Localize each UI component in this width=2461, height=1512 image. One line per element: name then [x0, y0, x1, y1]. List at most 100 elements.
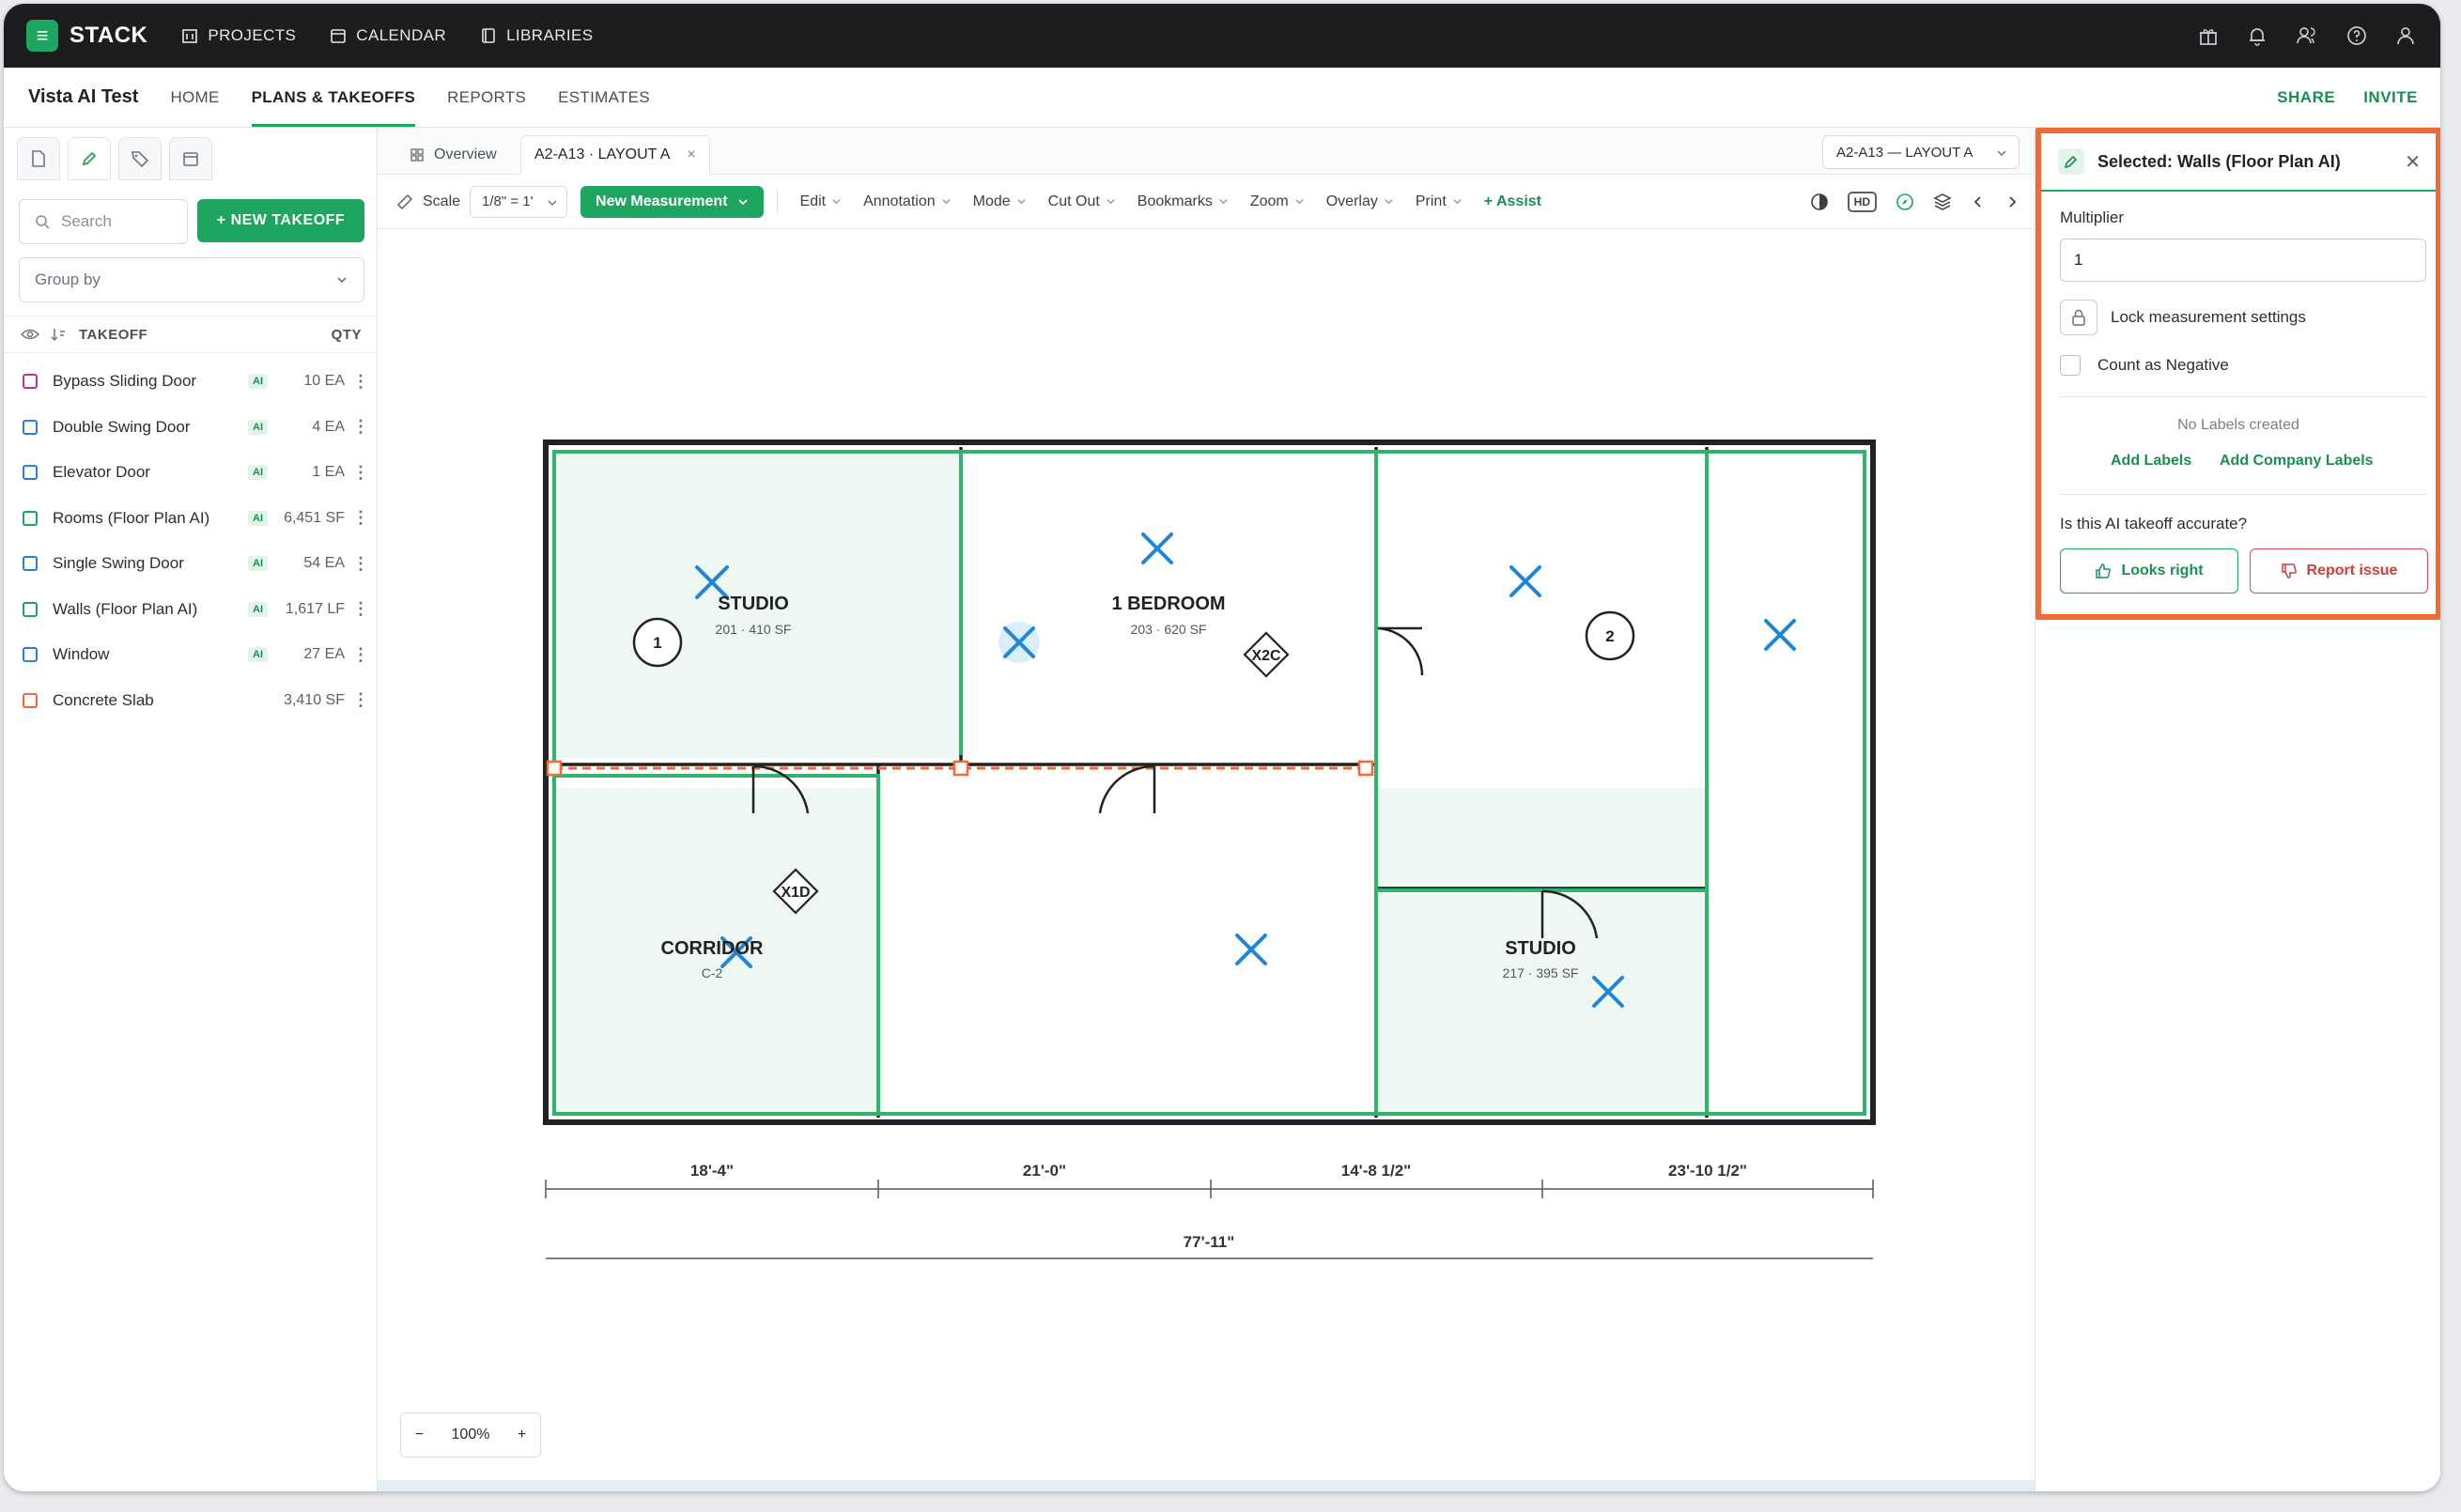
more-options-icon[interactable]: ⋮ — [345, 417, 377, 437]
takeoff-name: Elevator Door — [53, 463, 150, 482]
ai-badge: AI — [248, 556, 268, 572]
bell-icon[interactable] — [2247, 25, 2268, 46]
menu-bookmarks[interactable]: Bookmarks — [1138, 193, 1228, 210]
tab-schedule[interactable] — [169, 137, 212, 180]
tab-tags[interactable] — [118, 137, 162, 180]
more-options-icon[interactable]: ⋮ — [345, 645, 377, 665]
plan-canvas[interactable]: 1 2 X2C X1D STUDIO 201 · 410 SF 1 BEDROO… — [378, 229, 2035, 1469]
group-by-select[interactable]: Group by — [19, 257, 364, 302]
nav-projects[interactable]: PROJECTS — [181, 26, 296, 45]
help-icon[interactable] — [2346, 25, 2367, 46]
share-button[interactable]: SHARE — [2277, 88, 2335, 107]
thumbs-up-icon — [2096, 563, 2112, 579]
more-options-icon[interactable]: ⋮ — [345, 690, 377, 710]
tab-takeoffs[interactable] — [68, 137, 111, 180]
takeoff-qty: 4 EA — [312, 418, 345, 435]
takeoff-item[interactable]: Window AI 27 EA ⋮ — [4, 632, 377, 678]
room-sub-studio-201: 201 · 410 SF — [716, 622, 792, 637]
zoom-out-button[interactable]: − — [415, 1427, 424, 1443]
count-negative-checkbox[interactable] — [2060, 355, 2081, 376]
logo-text: STACK — [70, 23, 148, 48]
users-icon[interactable] — [2296, 25, 2318, 46]
menu-cut-out[interactable]: Cut Out — [1048, 193, 1115, 210]
assist-button[interactable]: + Assist — [1484, 193, 1541, 210]
zoom-level: 100% — [451, 1427, 490, 1443]
chevron-down-icon — [1017, 199, 1026, 205]
menu-edit[interactable]: Edit — [800, 193, 842, 210]
menu-icon: ≡ — [26, 20, 58, 52]
new-takeoff-button[interactable]: + NEW TAKEOFF — [197, 199, 364, 242]
horizontal-scrollbar[interactable] — [378, 1480, 2035, 1491]
lock-icon — [2072, 309, 2085, 326]
takeoff-item[interactable]: Walls (Floor Plan AI) AI 1,617 LF ⋮ — [4, 587, 377, 633]
floor-plan[interactable]: 1 2 X2C X1D STUDIO 201 · 410 SF 1 BEDROO… — [378, 229, 2035, 1469]
takeoff-item[interactable]: Double Swing Door AI 4 EA ⋮ — [4, 405, 377, 451]
menu-overlay[interactable]: Overlay — [1326, 193, 1393, 210]
looks-right-label: Looks right — [2121, 563, 2204, 579]
menu-print-label: Print — [1415, 193, 1447, 209]
tab-documents[interactable] — [17, 137, 60, 180]
takeoff-item[interactable]: Concrete Slab 3,410 SF ⋮ — [4, 678, 377, 724]
nav-libraries[interactable]: LIBRARIES — [480, 26, 593, 45]
more-options-icon[interactable]: ⋮ — [345, 508, 377, 528]
menu-print[interactable]: Print — [1416, 193, 1462, 210]
tab-estimates[interactable]: ESTIMATES — [558, 68, 650, 127]
tag-x2c[interactable]: X2C — [1243, 631, 1290, 678]
scale-label: Scale — [423, 193, 461, 209]
marker-1[interactable]: 1 — [632, 617, 683, 668]
report-issue-button[interactable]: Report issue — [2250, 548, 2428, 594]
chevron-left-icon[interactable] — [1971, 194, 1986, 209]
tab-overview[interactable]: Overview — [396, 135, 510, 175]
chevron-down-icon — [1997, 150, 2006, 157]
scale-select[interactable]: 1/8" = 1' — [470, 185, 568, 218]
layers-icon[interactable] — [1933, 193, 1952, 211]
tab-reports[interactable]: REPORTS — [447, 68, 526, 127]
search-placeholder: Search — [61, 212, 112, 230]
takeoff-item[interactable]: Elevator Door AI 1 EA ⋮ — [4, 450, 377, 496]
tab-home[interactable]: HOME — [170, 68, 219, 127]
compass-icon[interactable] — [1896, 193, 1914, 211]
chevron-down-icon — [832, 199, 841, 205]
gift-icon[interactable] — [2198, 25, 2219, 46]
nav-calendar[interactable]: CALENDAR — [330, 26, 446, 45]
close-icon[interactable]: ✕ — [2405, 150, 2421, 174]
sheet-select-value: A2-A13 — LAYOUT A — [1836, 144, 1973, 161]
add-labels-link[interactable]: Add Labels — [2111, 453, 2191, 470]
user-icon[interactable] — [2395, 25, 2416, 46]
takeoff-item[interactable]: Bypass Sliding Door AI 10 EA ⋮ — [4, 359, 377, 405]
chevron-right-icon[interactable] — [2004, 194, 2020, 209]
sheet-select[interactable]: A2-A13 — LAYOUT A — [1822, 135, 2020, 169]
more-options-icon[interactable]: ⋮ — [345, 554, 377, 574]
close-tab-icon[interactable]: × — [687, 147, 695, 163]
chevron-down-icon — [1107, 199, 1115, 205]
qty-column-label[interactable]: QTY — [332, 327, 362, 343]
more-options-icon[interactable]: ⋮ — [345, 463, 377, 483]
lock-toggle[interactable] — [2060, 300, 2097, 335]
count-negative-label: Count as Negative — [2097, 356, 2229, 374]
tab-plans-takeoffs[interactable]: PLANS & TAKEOFFS — [251, 68, 416, 127]
sort-icon[interactable] — [51, 327, 66, 342]
more-options-icon[interactable]: ⋮ — [345, 372, 377, 392]
tab-sheet[interactable]: A2-A13 · LAYOUT A × — [520, 135, 710, 175]
menu-mode[interactable]: Mode — [973, 193, 1026, 210]
zoom-in-button[interactable]: + — [518, 1427, 526, 1443]
looks-right-button[interactable]: Looks right — [2060, 548, 2238, 594]
takeoff-item[interactable]: Rooms (Floor Plan AI) AI 6,451 SF ⋮ — [4, 496, 377, 542]
invite-button[interactable]: INVITE — [2363, 88, 2418, 107]
multiplier-input[interactable]: 1 — [2060, 239, 2426, 282]
logo[interactable]: ≡ STACK — [26, 20, 147, 52]
marker-2[interactable]: 2 — [1585, 610, 1635, 661]
search-input[interactable]: Search — [19, 199, 188, 244]
more-options-icon[interactable]: ⋮ — [345, 599, 377, 619]
new-measurement-button[interactable]: New Measurement — [580, 185, 764, 218]
hd-toggle[interactable]: HD — [1847, 192, 1877, 212]
contrast-icon[interactable] — [1810, 193, 1829, 211]
room-sub-1-bedroom: 203 · 620 SF — [1131, 622, 1207, 637]
menu-annotation[interactable]: Annotation — [863, 193, 951, 210]
add-company-labels-link[interactable]: Add Company Labels — [2220, 453, 2374, 470]
takeoff-qty: 54 EA — [303, 555, 345, 572]
takeoff-item[interactable]: Single Swing Door AI 54 EA ⋮ — [4, 541, 377, 587]
eye-icon[interactable] — [21, 328, 39, 341]
menu-zoom[interactable]: Zoom — [1250, 193, 1304, 210]
takeoff-column-label[interactable]: TAKEOFF — [79, 327, 332, 343]
